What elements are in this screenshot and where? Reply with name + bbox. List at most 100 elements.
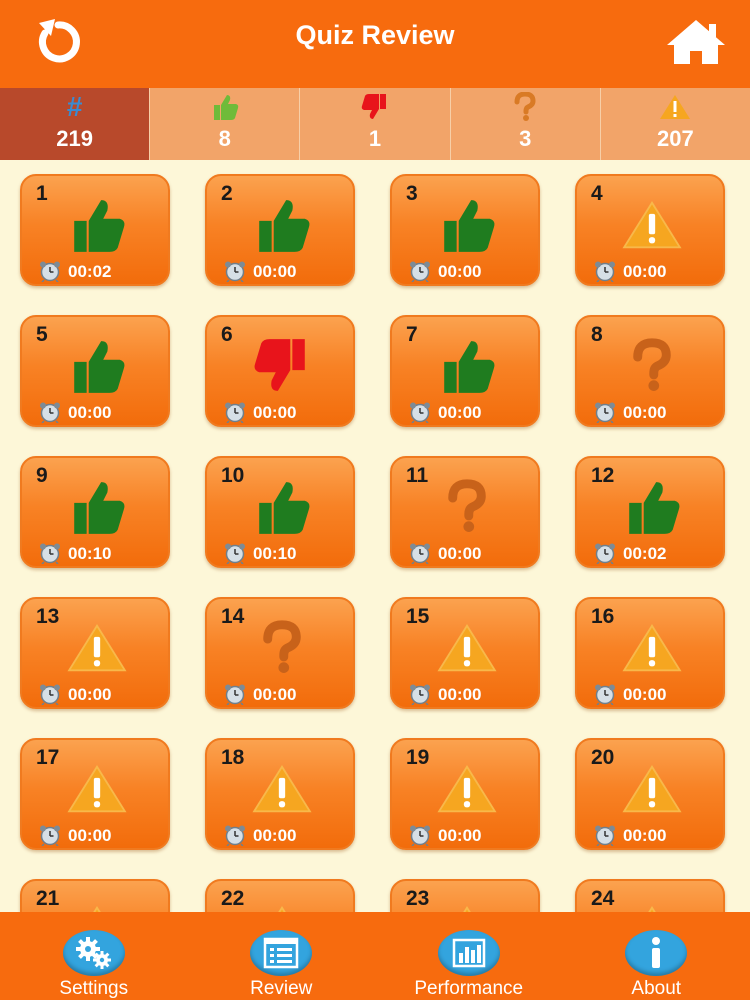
warning-icon [437, 623, 497, 672]
question-number: 13 [36, 605, 60, 628]
question-number: 5 [36, 323, 48, 346]
tab-bar: Settings Review Performance About [0, 912, 750, 1000]
question-time: 00:00 [438, 262, 482, 281]
thumbs-up-icon [629, 482, 680, 534]
question-card[interactable]: 3 00:00 [390, 174, 540, 286]
gears-icon [75, 937, 111, 969]
alarm-clock-icon [410, 543, 430, 565]
question-time: 00:00 [68, 685, 112, 704]
tab-settings[interactable]: Settings [0, 912, 188, 1000]
question-status [242, 897, 322, 912]
question-status [57, 615, 137, 681]
alarm-clock-icon [410, 402, 430, 424]
question-mark-icon [633, 338, 671, 391]
question-card[interactable]: 4 00:00 [575, 174, 725, 286]
tab-performance[interactable]: Performance [375, 912, 563, 1000]
question-number: 1 [36, 182, 48, 205]
question-card[interactable]: 9 00:10 [20, 456, 170, 568]
stat-correct-count: 8 [218, 126, 231, 151]
question-card[interactable]: 12 00:02 [575, 456, 725, 568]
question-card[interactable]: 6 00:00 [205, 315, 355, 427]
question-card[interactable]: 13 00:00 [20, 597, 170, 709]
question-card[interactable]: 10 00:10 [205, 456, 355, 568]
alarm-clock-icon [595, 543, 615, 565]
question-number: 2 [221, 182, 233, 205]
question-status [242, 192, 322, 258]
hash-icon: # [66, 91, 83, 122]
question-card[interactable]: 16 00:00 [575, 597, 725, 709]
stat-unanswered-count: 207 [657, 126, 694, 151]
question-time: 00:00 [623, 685, 667, 704]
alarm-clock-icon [225, 825, 245, 847]
tab-settings-label: Settings [59, 978, 129, 999]
question-card[interactable]: 1 00:02 [20, 174, 170, 286]
question-time: 00:00 [438, 685, 482, 704]
stat-unanswered[interactable]: 207 [599, 88, 750, 160]
question-time: 00:00 [438, 826, 482, 845]
question-card[interactable]: 8 00:00 [575, 315, 725, 427]
question-number: 12 [591, 464, 615, 487]
thumbs-up-icon [444, 200, 495, 252]
question-status [57, 756, 137, 822]
question-card[interactable]: 14 00:00 [205, 597, 355, 709]
question-number: 7 [406, 323, 418, 346]
question-card[interactable]: 7 00:00 [390, 315, 540, 427]
alarm-clock-icon [225, 261, 245, 283]
warning-icon [437, 764, 497, 813]
question-time: 00:00 [623, 262, 667, 281]
question-number: 23 [406, 887, 430, 910]
bar-chart-icon [452, 938, 485, 968]
tab-performance-label: Performance [414, 978, 524, 999]
question-card[interactable]: 24 [575, 879, 725, 912]
question-mark-icon [514, 92, 536, 121]
stat-wrong-count: 1 [368, 126, 382, 151]
question-status [612, 474, 692, 540]
tab-review[interactable]: Review [188, 912, 376, 1000]
question-card[interactable]: 5 00:00 [20, 315, 170, 427]
stat-unsure[interactable]: 3 [449, 88, 600, 160]
question-number: 19 [406, 746, 430, 769]
tab-about[interactable]: About [563, 912, 750, 1000]
question-status [612, 333, 692, 399]
question-card[interactable]: 23 [390, 879, 540, 912]
question-number: 22 [221, 887, 245, 910]
question-card[interactable]: 17 00:00 [20, 738, 170, 850]
alarm-clock-icon [40, 402, 60, 424]
stat-unsure-count: 3 [519, 126, 532, 151]
tab-review-label: Review [250, 978, 313, 999]
warning-icon [93, 905, 101, 912]
thumbs-up-icon [213, 95, 239, 120]
alarm-clock-icon [40, 684, 60, 706]
alarm-clock-icon [40, 825, 60, 847]
question-time: 00:00 [438, 544, 482, 563]
question-time: 00:00 [623, 826, 667, 845]
question-time: 00:02 [68, 262, 112, 281]
question-card[interactable]: 21 [20, 879, 170, 912]
thumbs-up-icon [444, 341, 495, 393]
question-card[interactable]: 19 00:00 [390, 738, 540, 850]
question-number: 11 [406, 464, 429, 487]
question-card[interactable]: 2 00:00 [205, 174, 355, 286]
home-button[interactable] [664, 12, 728, 72]
stat-total[interactable]: # 219 [0, 88, 150, 160]
question-status [427, 192, 507, 258]
question-card[interactable]: 18 00:00 [205, 738, 355, 850]
question-grid: 1 00:02 2 00:00 3 00:00 4 00:00 5 00:00 6 00:00 7 00:… [0, 160, 750, 912]
stat-correct[interactable]: 8 [149, 88, 299, 160]
warning-icon [463, 905, 471, 912]
thumbs-down-icon [254, 339, 305, 391]
question-card[interactable]: 20 00:00 [575, 738, 725, 850]
question-status [427, 897, 507, 912]
stat-wrong[interactable]: 1 [299, 88, 449, 160]
alarm-clock-icon [410, 261, 430, 283]
question-status [612, 756, 692, 822]
list-icon [264, 937, 299, 969]
question-time: 00:10 [253, 544, 297, 563]
question-card[interactable]: 15 00:00 [390, 597, 540, 709]
question-card[interactable]: 11 00:00 [390, 456, 540, 568]
warning-icon [660, 95, 691, 119]
question-status [427, 615, 507, 681]
alarm-clock-icon [225, 543, 245, 565]
question-card[interactable]: 22 [205, 879, 355, 912]
question-number: 8 [591, 323, 603, 346]
